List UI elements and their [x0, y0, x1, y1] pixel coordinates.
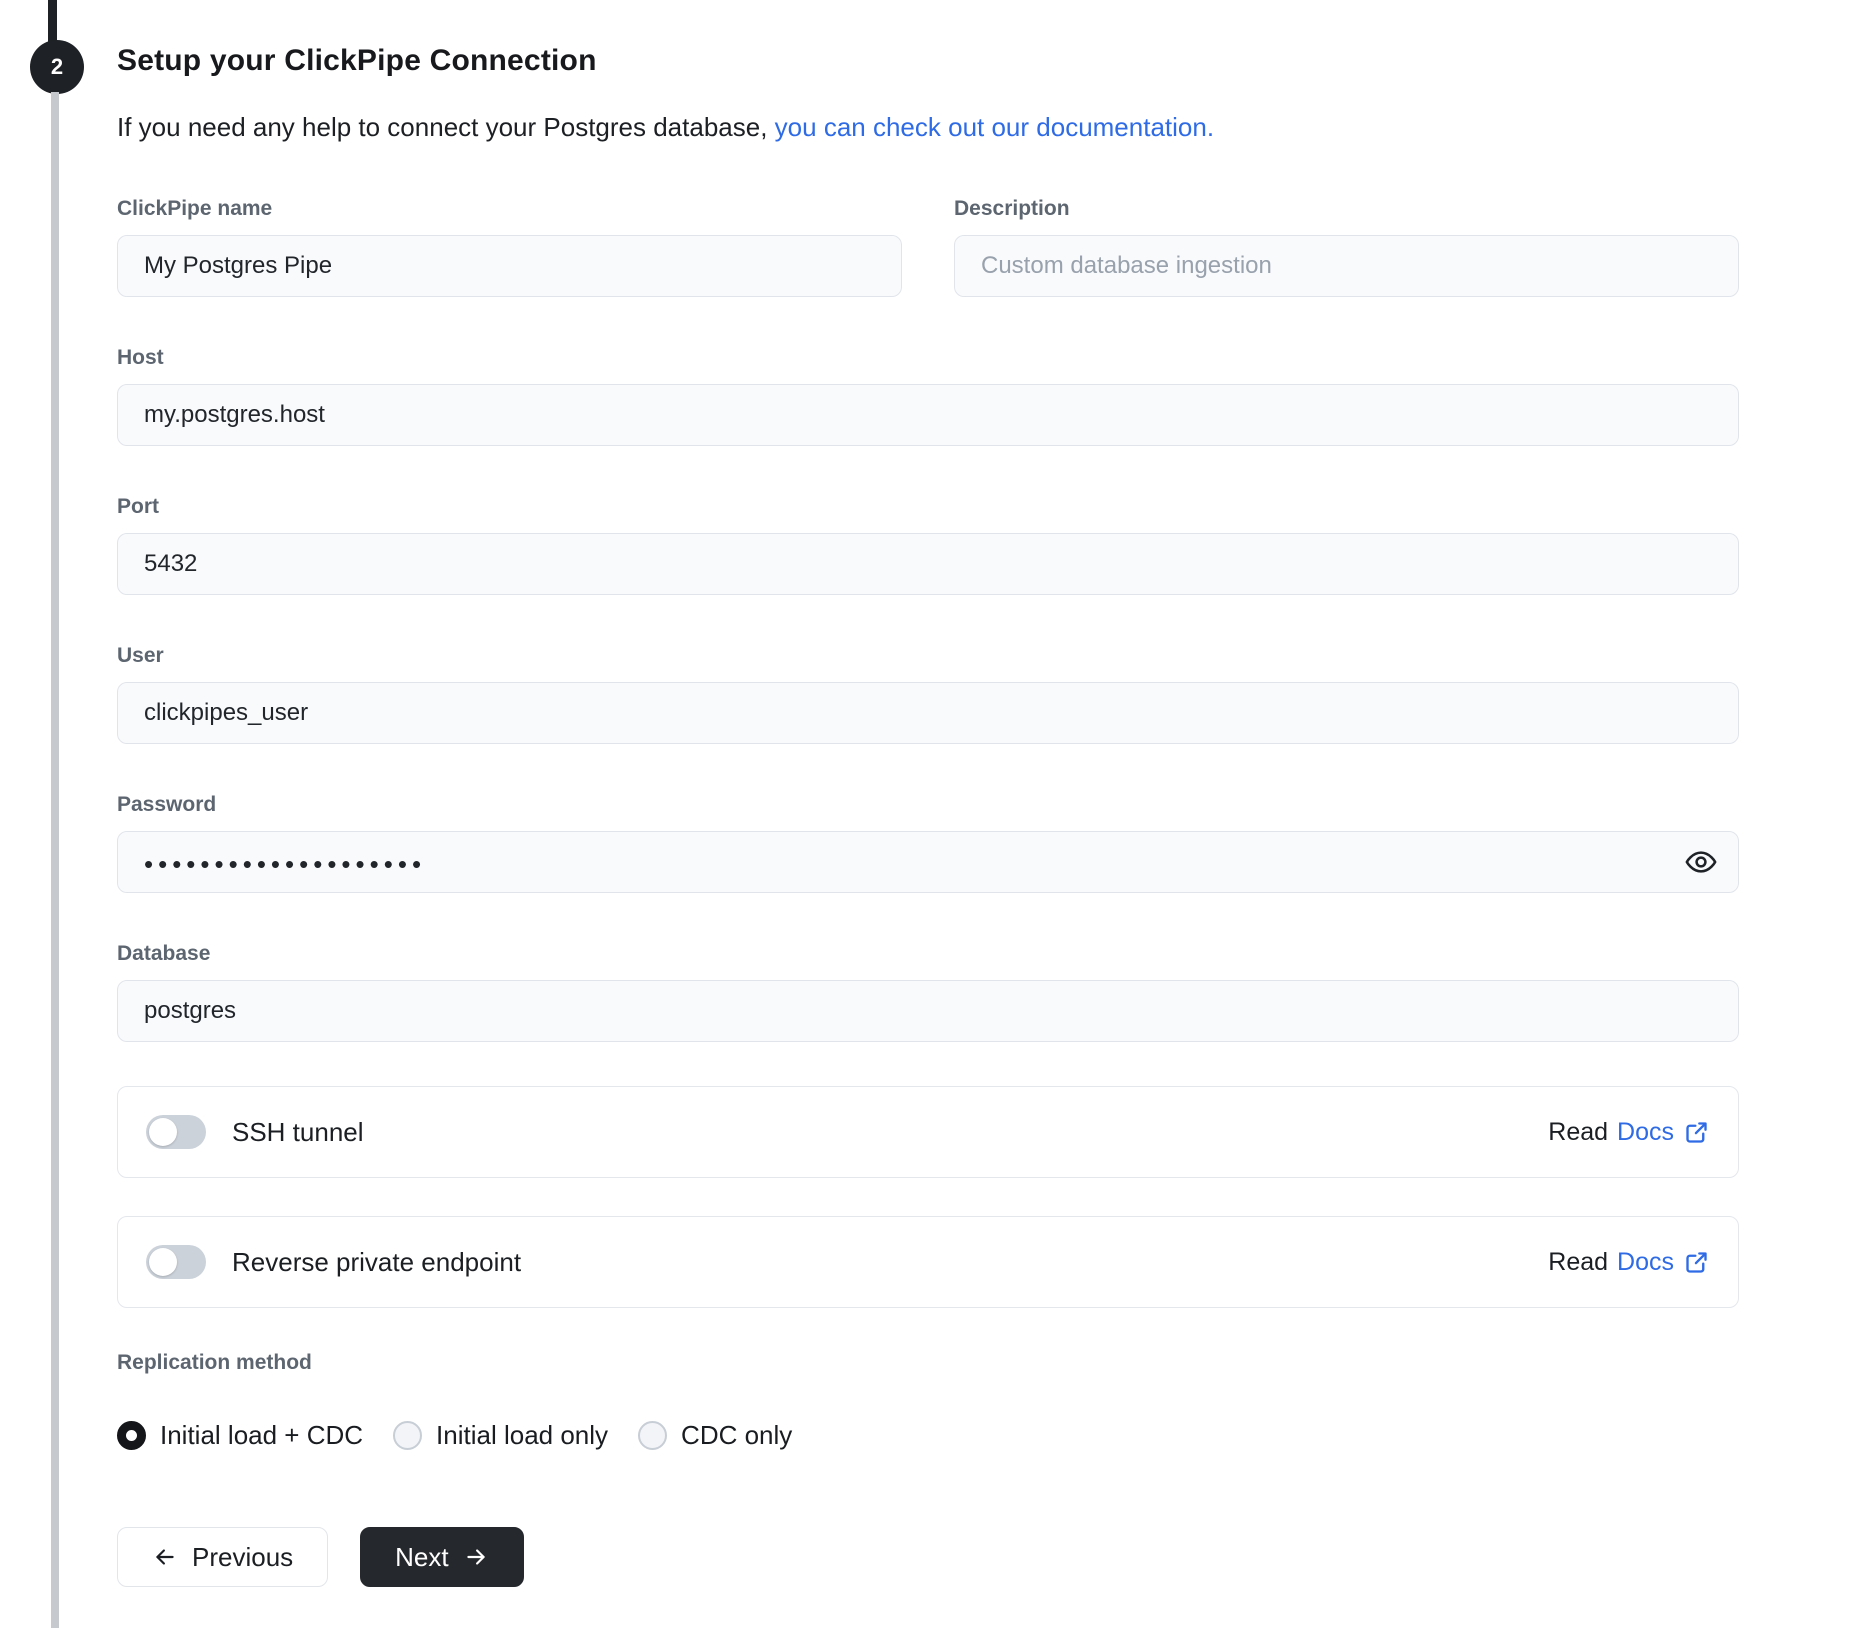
arrow-left-icon [152, 1544, 178, 1570]
clickpipe-name-label: ClickPipe name [117, 197, 273, 220]
step-number: 2 [50, 54, 64, 79]
step-number-badge: 2 [30, 40, 84, 94]
password-field-group: Password [117, 792, 1739, 893]
clickpipe-name-input[interactable] [117, 235, 902, 297]
radio-initial-load-cdc[interactable]: Initial load + CDC [117, 1420, 363, 1451]
show-password-button[interactable] [1679, 840, 1723, 884]
host-field-group: Host [117, 345, 1739, 446]
database-field-group: Database [117, 941, 1739, 1042]
clickpipe-setup-panel: Setup your ClickPipe Connection If you n… [117, 0, 1739, 1587]
arrow-right-icon [463, 1544, 489, 1570]
replication-method-radio-group: Initial load + CDC Initial load only CDC… [117, 1420, 1739, 1451]
page-title: Setup your ClickPipe Connection [117, 44, 597, 77]
previous-button[interactable]: Previous [117, 1527, 329, 1587]
reverse-private-endpoint-row: Reverse private endpoint Read Docs [117, 1216, 1739, 1308]
stepper-line-bottom [51, 92, 59, 1628]
eye-icon [1684, 845, 1718, 879]
toggle-knob [149, 1118, 177, 1146]
database-label: Database [117, 942, 211, 965]
next-button[interactable]: Next [360, 1527, 524, 1587]
radio-cdc-only[interactable]: CDC only [638, 1420, 792, 1451]
help-text: If you need any help to connect your Pos… [117, 110, 1739, 144]
user-input[interactable] [117, 682, 1739, 744]
description-input[interactable] [954, 235, 1739, 297]
radio-button-icon [117, 1421, 146, 1450]
radio-button-icon [638, 1421, 668, 1450]
description-label: Description [954, 197, 1070, 220]
radio-button-icon [393, 1421, 423, 1450]
external-link-icon[interactable] [1683, 1119, 1710, 1146]
host-label: Host [117, 346, 164, 369]
port-field-group: Port [117, 494, 1739, 595]
read-text: Read [1548, 1247, 1609, 1276]
external-link-icon[interactable] [1683, 1249, 1710, 1276]
clickpipe-name-field-group: ClickPipe name [117, 196, 902, 297]
reverse-endpoint-docs-link[interactable]: Docs [1617, 1248, 1674, 1277]
documentation-link[interactable]: you can check out our documentation. [775, 112, 1214, 142]
radio-initial-load-only[interactable]: Initial load only [393, 1420, 608, 1451]
port-label: Port [117, 495, 159, 518]
password-input[interactable] [117, 831, 1739, 893]
reverse-private-endpoint-label: Reverse private endpoint [232, 1246, 522, 1277]
port-input[interactable] [117, 533, 1739, 595]
ssh-tunnel-label: SSH tunnel [232, 1116, 364, 1147]
ssh-tunnel-toggle[interactable] [146, 1115, 206, 1149]
host-input[interactable] [117, 384, 1739, 446]
help-text-plain: If you need any help to connect your Pos… [117, 112, 768, 142]
password-label: Password [117, 793, 217, 816]
database-input[interactable] [117, 980, 1739, 1042]
reverse-private-endpoint-toggle[interactable] [146, 1245, 206, 1279]
ssh-docs-link[interactable]: Docs [1617, 1118, 1674, 1147]
description-field-group: Description [954, 196, 1739, 297]
ssh-tunnel-row: SSH tunnel Read Docs [117, 1086, 1739, 1178]
stepper-line-top [48, 0, 57, 44]
wizard-actions: Previous Next [117, 1527, 1739, 1587]
user-field-group: User [117, 643, 1739, 744]
toggle-knob [149, 1248, 177, 1276]
read-text: Read [1548, 1117, 1609, 1146]
user-label: User [117, 644, 164, 667]
replication-method-label: Replication method [117, 1351, 312, 1374]
